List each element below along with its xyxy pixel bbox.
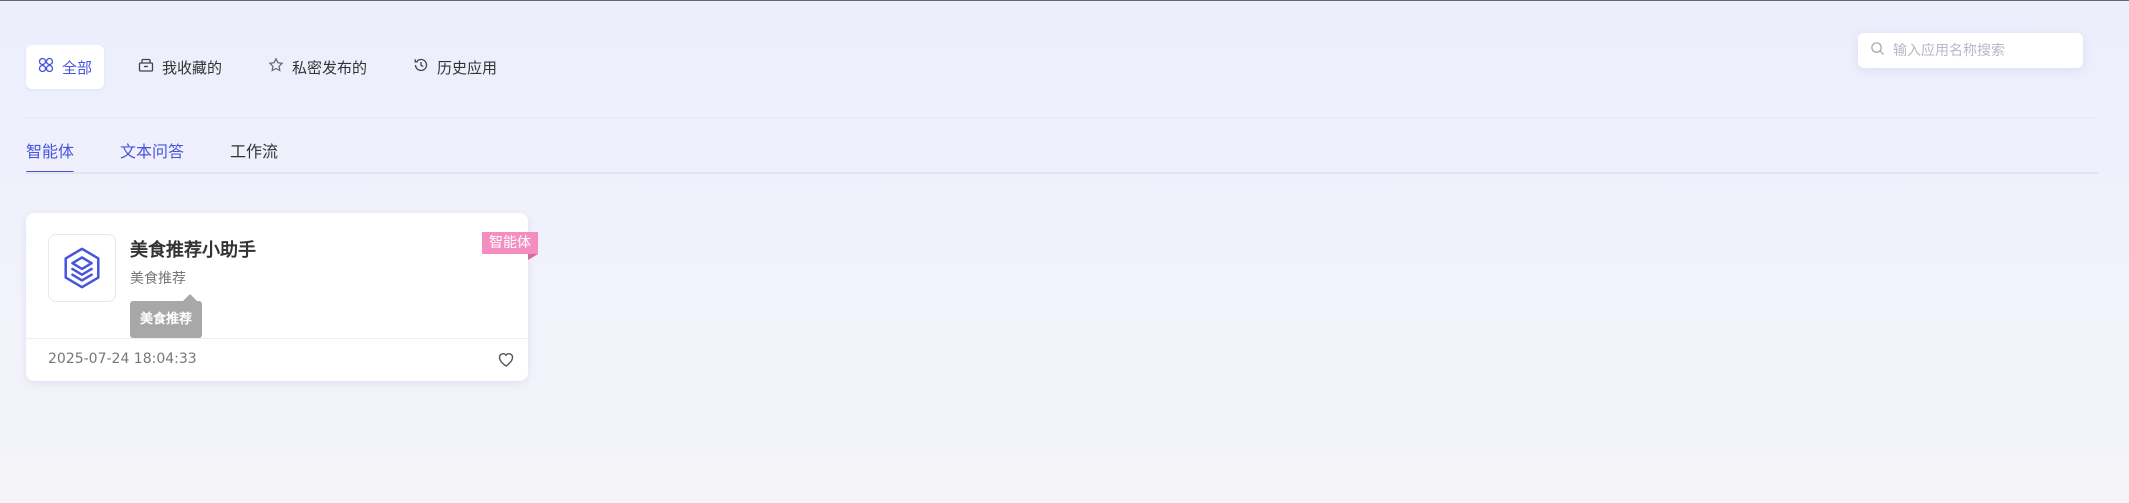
app-card[interactable]: 美食推荐小助手 美食推荐 智能体 美食推荐 2025-07-24 18:04:3…	[26, 213, 538, 381]
app-description: 美食推荐	[130, 271, 186, 287]
star-icon	[268, 57, 284, 77]
app-date: 2025-07-24 18:04:33	[48, 351, 197, 367]
nav-item-history[interactable]: 历史应用	[401, 45, 509, 89]
description-tooltip: 美食推荐	[130, 294, 203, 338]
nav-item-private[interactable]: 私密发布的	[256, 45, 379, 89]
search-icon	[1870, 41, 1885, 60]
nav-item-label: 私密发布的	[292, 58, 368, 77]
app-icon	[48, 234, 116, 302]
nav-item-favorites[interactable]: 我收藏的	[126, 45, 234, 89]
tab-text-qa[interactable]: 文本问答	[120, 139, 184, 174]
tab-agent[interactable]: 智能体	[26, 139, 75, 174]
nav-item-label: 全部	[62, 58, 93, 77]
layers-app-icon	[64, 247, 100, 289]
grid-icon	[38, 57, 54, 77]
nav-item-label: 我收藏的	[162, 58, 223, 77]
card-divider	[26, 338, 528, 339]
nav-item-label: 历史应用	[437, 58, 498, 77]
favorite-heart-icon[interactable]	[496, 349, 516, 369]
history-icon	[413, 57, 429, 77]
nav-item-all[interactable]: 全部	[26, 45, 105, 89]
tabs-divider	[26, 172, 2099, 174]
type-badge: 智能体	[482, 232, 538, 260]
header-divider	[26, 117, 2099, 118]
search-input[interactable]	[1893, 42, 2071, 59]
category-tabs: 智能体 文本问答 工作流	[26, 139, 324, 174]
box-icon	[138, 57, 154, 77]
search-box	[1858, 33, 2083, 68]
tab-workflow[interactable]: 工作流	[230, 139, 278, 174]
app-title: 美食推荐小助手	[130, 240, 256, 261]
top-nav: 全部 我收藏的 私密发布的 历史应用	[26, 45, 531, 89]
